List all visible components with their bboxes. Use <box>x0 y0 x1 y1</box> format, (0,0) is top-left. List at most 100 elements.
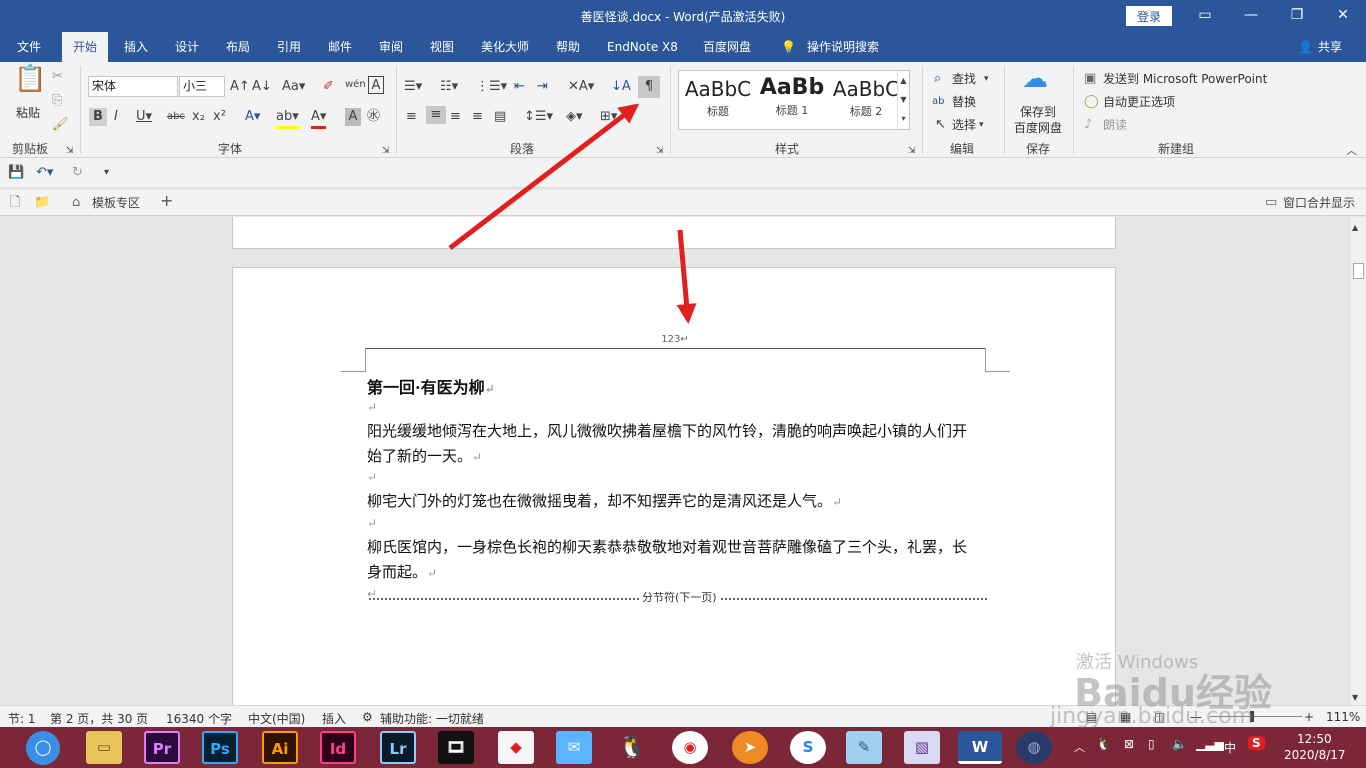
body-line[interactable]: 阳光缓缓地倾泻在大地上，风儿微微吹拂着屋檐下的风竹铃，清脆的响声唤起小镇的人们开 <box>367 420 967 441</box>
video-editor-icon[interactable]: 🎞 <box>438 731 474 764</box>
send-to-ppt-icon[interactable]: ▣ <box>1084 70 1096 88</box>
chat-app-icon[interactable]: ✉ <box>556 731 592 764</box>
empty-paragraph[interactable]: ↵ <box>367 400 377 414</box>
home-icon[interactable]: ⌂ <box>72 194 80 212</box>
line-spacing-icon[interactable]: ↕☰▾ <box>524 108 553 126</box>
format-painter-icon[interactable]: 🖌 <box>52 116 69 134</box>
distributed-icon[interactable]: ▤ <box>494 108 506 126</box>
phonetic-guide-icon[interactable]: wén <box>345 76 366 94</box>
ime-indicator[interactable]: 中 <box>1224 739 1236 756</box>
sogou-browser-icon[interactable]: S <box>790 731 826 764</box>
baidu-netdisk-icon[interactable]: ☁ <box>1022 66 1048 92</box>
tab-mailings[interactable]: 邮件 <box>328 32 352 62</box>
minimize-icon[interactable]: — <box>1228 0 1274 32</box>
bullets-icon[interactable]: ☰▾ <box>404 78 422 96</box>
network-tray-icon[interactable]: ⊠ <box>1124 737 1134 751</box>
save-icon[interactable]: 💾 <box>8 164 24 182</box>
tab-design[interactable]: 设计 <box>175 32 199 62</box>
customize-qat-icon[interactable]: ▾ <box>104 164 109 182</box>
text-effects-icon[interactable]: A▾ <box>245 108 260 126</box>
paste-button[interactable]: 粘贴 <box>16 104 40 122</box>
status-accessibility[interactable]: 辅助功能: 一切就绪 <box>380 710 484 727</box>
close-icon[interactable]: ✕ <box>1320 0 1366 32</box>
find-icon[interactable]: ⌕ <box>934 70 941 88</box>
multilevel-list-icon[interactable]: ⋮☰▾ <box>476 78 507 96</box>
find-dropdown-icon[interactable]: ▾ <box>984 70 989 88</box>
replace-icon[interactable]: ab <box>932 93 944 111</box>
body-line[interactable]: 身而起。↵ <box>367 561 437 582</box>
word-taskbar-icon[interactable]: W <box>958 731 1002 764</box>
auto-correct-icon[interactable]: ◯ <box>1084 93 1099 111</box>
current-page[interactable]: 123↵ 第一回·有医为柳↵ ↵ 阳光缓缓地倾泻在大地上，风儿微微吹拂着屋檐下的… <box>232 267 1116 705</box>
tab-layout[interactable]: 布局 <box>226 32 250 62</box>
copy-icon[interactable]: ⎘ <box>52 92 62 110</box>
clock-time[interactable]: 12:50 <box>1297 732 1332 746</box>
read-aloud-icon[interactable]: ♪ <box>1084 116 1092 134</box>
borders-icon[interactable]: ⊞▾ <box>600 108 617 126</box>
scroll-thumb[interactable] <box>1353 263 1364 279</box>
body-line[interactable]: 柳氏医馆内，一身棕色长袍的柳天素恭恭敬敬地对着观世音菩萨雕像磕了三个头，礼罢，长 <box>367 536 967 557</box>
accessibility-icon[interactable]: ⚙ <box>362 710 373 724</box>
select-button[interactable]: 选择 <box>952 116 976 134</box>
empty-paragraph[interactable]: ↵ <box>367 470 377 484</box>
zoom-out-icon[interactable]: — <box>1190 710 1202 724</box>
cut-icon[interactable]: ✂ <box>52 68 63 86</box>
change-case-icon[interactable]: Aa▾ <box>282 78 305 96</box>
header-text[interactable]: 123↵ <box>233 334 1117 345</box>
numbering-icon[interactable]: ☷▾ <box>440 78 458 96</box>
window-merge-icon[interactable]: ▭ <box>1265 194 1277 212</box>
lightbulb-icon[interactable]: 💡 <box>781 32 796 62</box>
network-globe-icon[interactable]: ◍ <box>1016 731 1052 764</box>
strikethrough-icon[interactable]: abc <box>167 108 185 126</box>
align-center-icon[interactable]: ≡ <box>426 106 446 124</box>
battery-tray-icon[interactable]: ▯ <box>1148 737 1155 751</box>
new-document-icon[interactable]: 🗋 <box>10 194 20 212</box>
empty-paragraph[interactable]: ↵ <box>367 516 377 530</box>
share-icon[interactable]: 👤 <box>1298 32 1313 62</box>
zoom-level[interactable]: 111% <box>1326 710 1360 724</box>
font-name-select[interactable]: 宋体 <box>88 76 178 97</box>
body-line[interactable]: 始了新的一天。↵ <box>367 445 482 466</box>
body-line[interactable]: 柳宅大门外的灯笼也在微微摇曳着，却不知摆弄它的是清风还是人气。↵ <box>367 490 842 511</box>
sort-icon[interactable]: ↓A <box>611 78 631 96</box>
decrease-indent-icon[interactable]: ⇤ <box>514 78 525 96</box>
clear-formatting-icon[interactable]: ✐ <box>323 78 334 96</box>
qq-icon[interactable]: 🐧 <box>614 731 650 764</box>
justify-icon[interactable]: ≡ <box>472 108 483 126</box>
media-player-icon[interactable]: ◆ <box>498 731 534 764</box>
tab-help[interactable]: 帮助 <box>556 32 580 62</box>
status-section[interactable]: 节: 1 <box>8 710 36 727</box>
style-title[interactable]: AaBbC 标题 <box>681 71 755 129</box>
subscript-icon[interactable]: x₂ <box>192 108 205 126</box>
zoom-slider-thumb[interactable] <box>1250 711 1254 722</box>
volume-tray-icon[interactable]: 🔈 <box>1172 737 1187 751</box>
zoom-slider[interactable] <box>1210 716 1302 717</box>
italic-icon[interactable]: I <box>114 108 118 126</box>
tab-file[interactable]: 文件 <box>17 32 41 62</box>
vertical-scrollbar[interactable]: ▲ ▼ <box>1349 217 1366 705</box>
wifi-tray-icon[interactable]: ▁▃▅ <box>1196 737 1224 751</box>
tab-view[interactable]: 视图 <box>430 32 454 62</box>
notes-app-icon[interactable]: ✎ <box>846 731 882 764</box>
illustrator-icon[interactable]: Ai <box>262 731 298 764</box>
zoom-in-icon[interactable]: + <box>1304 710 1314 724</box>
login-button[interactable]: 登录 <box>1126 6 1172 26</box>
document-canvas[interactable]: 123↵ 第一回·有医为柳↵ ↵ 阳光缓缓地倾泻在大地上，风儿微微吹拂着屋檐下的… <box>0 217 1349 705</box>
file-explorer-icon[interactable]: ▭ <box>86 731 122 764</box>
styles-scroll-icon[interactable]: ▲ ▼ ▾ <box>897 71 909 129</box>
select-dropdown-icon[interactable]: ▾ <box>979 116 984 134</box>
save-netdisk-label-2[interactable]: 百度网盘 <box>1014 119 1062 137</box>
grow-font-icon[interactable]: A↑ <box>230 78 250 96</box>
add-tab-icon[interactable]: + <box>160 192 173 210</box>
indesign-icon[interactable]: Id <box>320 731 356 764</box>
browser-app-icon[interactable]: ➤ <box>732 731 768 764</box>
font-size-select[interactable]: 小三 <box>179 76 225 97</box>
installer-icon[interactable]: ▧ <box>904 731 940 764</box>
tray-overflow-icon[interactable]: ︿ <box>1074 739 1085 755</box>
qq-tray-icon[interactable]: 🐧 <box>1096 737 1111 751</box>
document-title[interactable]: 第一回·有医为柳↵ <box>367 374 495 398</box>
template-zone-tab[interactable]: 模板专区 <box>92 194 140 212</box>
align-right-icon[interactable]: ≡ <box>450 108 461 126</box>
show-hide-marks-icon[interactable]: ¶ <box>638 76 660 98</box>
align-left-icon[interactable]: ≡ <box>406 108 417 126</box>
